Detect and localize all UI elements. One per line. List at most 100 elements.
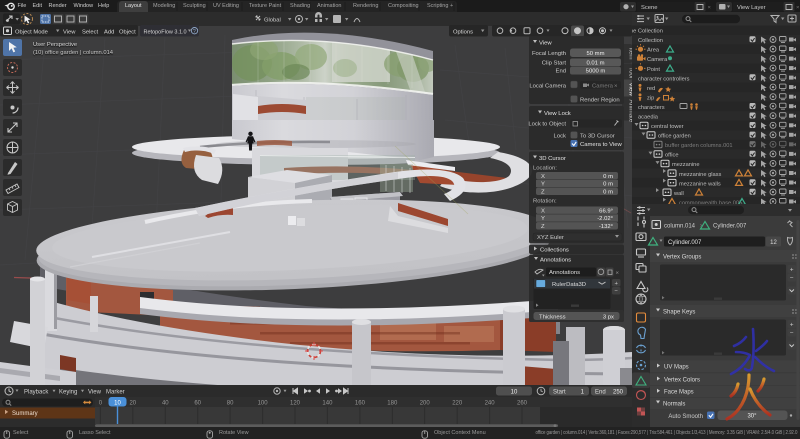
svg-text:40: 40	[162, 401, 169, 407]
svg-text:View: View	[88, 390, 102, 396]
svg-text:3 px: 3 px	[603, 314, 614, 320]
svg-text:160: 160	[355, 401, 366, 407]
svg-text:Select: Select	[82, 30, 99, 36]
svg-text:140: 140	[322, 401, 333, 407]
svg-text:mezzanine walls: mezzanine walls	[679, 181, 721, 187]
svg-text:zip: zip	[647, 95, 654, 101]
svg-text:acaedia: acaedia	[638, 115, 659, 121]
svg-text:characters: characters	[638, 105, 665, 111]
svg-text:UV Maps: UV Maps	[664, 365, 689, 371]
svg-text:Camera: Camera	[592, 83, 614, 89]
svg-text:Shape Keys: Shape Keys	[663, 310, 695, 316]
svg-text:+: +	[614, 281, 618, 287]
svg-text:Clip Start: Clip Start	[542, 61, 567, 67]
svg-text:RetopoFlow 3.1.0: RetopoFlow 3.1.0	[144, 30, 187, 36]
svg-text:220: 220	[452, 401, 463, 407]
svg-text:Keying: Keying	[59, 390, 77, 396]
svg-text:Object: Object	[119, 30, 136, 36]
svg-text:3D Cursor: 3D Cursor	[539, 156, 566, 162]
svg-text:Face Maps: Face Maps	[664, 390, 694, 396]
svg-text:Rotation:: Rotation:	[533, 199, 557, 205]
svg-text:100: 100	[258, 401, 269, 407]
svg-text:To 3D Cursor: To 3D Cursor	[580, 134, 615, 140]
svg-text:Lock: Lock	[554, 134, 566, 140]
svg-text:Object Mode: Object Mode	[15, 30, 48, 36]
svg-text:Vertex Groups: Vertex Groups	[663, 255, 701, 261]
svg-text:X: X	[541, 174, 545, 180]
svg-text:10: 10	[114, 400, 121, 406]
svg-text:0.01 m: 0.01 m	[586, 61, 604, 67]
svg-text:Render Region: Render Region	[580, 98, 620, 104]
svg-text:Camera to View: Camera to View	[580, 142, 623, 148]
svg-text:buffer garden columns.001: buffer garden columns.001	[665, 143, 733, 149]
svg-text:250: 250	[613, 389, 624, 395]
svg-text:240: 240	[485, 401, 496, 407]
svg-text:12: 12	[770, 240, 777, 246]
svg-text:20: 20	[129, 401, 136, 407]
svg-text:0 m: 0 m	[603, 189, 613, 195]
svg-text:5000 m: 5000 m	[586, 68, 606, 74]
svg-text:X: X	[541, 208, 545, 214]
svg-text:XYZ Euler: XYZ Euler	[537, 235, 564, 241]
svg-text:column.014: column.014	[664, 223, 696, 229]
svg-text:?: ?	[193, 29, 196, 35]
svg-text:View Lock: View Lock	[544, 111, 571, 117]
svg-text:office garden: office garden	[658, 134, 691, 140]
svg-text:×: ×	[616, 271, 620, 277]
svg-text:Marker: Marker	[106, 390, 125, 396]
svg-text:View: View	[539, 41, 552, 47]
svg-text:Auto Smooth: Auto Smooth	[668, 414, 703, 420]
svg-text:red: red	[647, 86, 655, 92]
svg-text:wall: wall	[673, 191, 684, 197]
svg-text:-2.02°: -2.02°	[597, 216, 613, 222]
svg-text:−: −	[614, 289, 618, 295]
svg-text:Y: Y	[541, 182, 545, 188]
svg-text:Cylinder.007: Cylinder.007	[668, 240, 702, 246]
svg-text:0 m: 0 m	[603, 182, 613, 188]
svg-text:10: 10	[511, 389, 518, 395]
svg-text:+: +	[790, 266, 794, 273]
svg-text:Normals: Normals	[663, 402, 685, 408]
svg-text:Point: Point	[647, 67, 660, 73]
svg-text:180: 180	[387, 401, 398, 407]
svg-text:Local Camera: Local Camera	[529, 84, 566, 90]
svg-text:Thickness: Thickness	[539, 314, 566, 320]
svg-text:View: View	[63, 30, 76, 36]
svg-text:66.9°: 66.9°	[599, 208, 613, 214]
svg-text:Summary: Summary	[12, 411, 38, 417]
svg-text:Annotations: Annotations	[540, 258, 571, 264]
svg-text:character controllers: character controllers	[638, 76, 690, 82]
svg-text:Annotations: Annotations	[549, 270, 580, 276]
svg-text:Options: Options	[453, 30, 473, 36]
svg-text:×: ×	[796, 5, 799, 11]
svg-text:260: 260	[517, 401, 528, 407]
svg-text:50 mm: 50 mm	[586, 51, 604, 57]
svg-text:central tower: central tower	[651, 124, 684, 130]
svg-text:80: 80	[227, 401, 234, 407]
svg-text:0 m: 0 m	[603, 174, 613, 180]
svg-text:200: 200	[420, 401, 431, 407]
svg-text:Location:: Location:	[533, 166, 557, 172]
svg-text:Scene: Scene	[641, 5, 657, 11]
svg-text:60: 60	[194, 401, 201, 407]
svg-text:Collection: Collection	[638, 38, 663, 44]
svg-text:Global: Global	[264, 18, 281, 24]
svg-text:Add: Add	[104, 30, 114, 36]
svg-text:Camera: Camera	[647, 57, 668, 63]
svg-text:−: −	[790, 275, 794, 282]
svg-text:Cylinder.007: Cylinder.007	[713, 223, 747, 229]
svg-text:-132°: -132°	[599, 224, 613, 230]
svg-text:Focal Length: Focal Length	[532, 51, 566, 57]
svg-text:Area: Area	[647, 48, 660, 54]
svg-text:Y: Y	[541, 216, 545, 222]
svg-text:Lock to Object: Lock to Object	[528, 122, 566, 128]
svg-text:Vertex Colors: Vertex Colors	[664, 378, 700, 384]
svg-text:End: End	[556, 68, 566, 74]
svg-text:×: ×	[708, 5, 711, 11]
svg-text:office: office	[665, 153, 679, 159]
svg-text:Playback: Playback	[24, 390, 49, 396]
svg-text:mezzanine: mezzanine	[672, 162, 700, 168]
svg-text:Start: Start	[553, 389, 566, 395]
svg-text:mezzanine glass: mezzanine glass	[679, 172, 722, 178]
svg-text:120: 120	[290, 401, 301, 407]
